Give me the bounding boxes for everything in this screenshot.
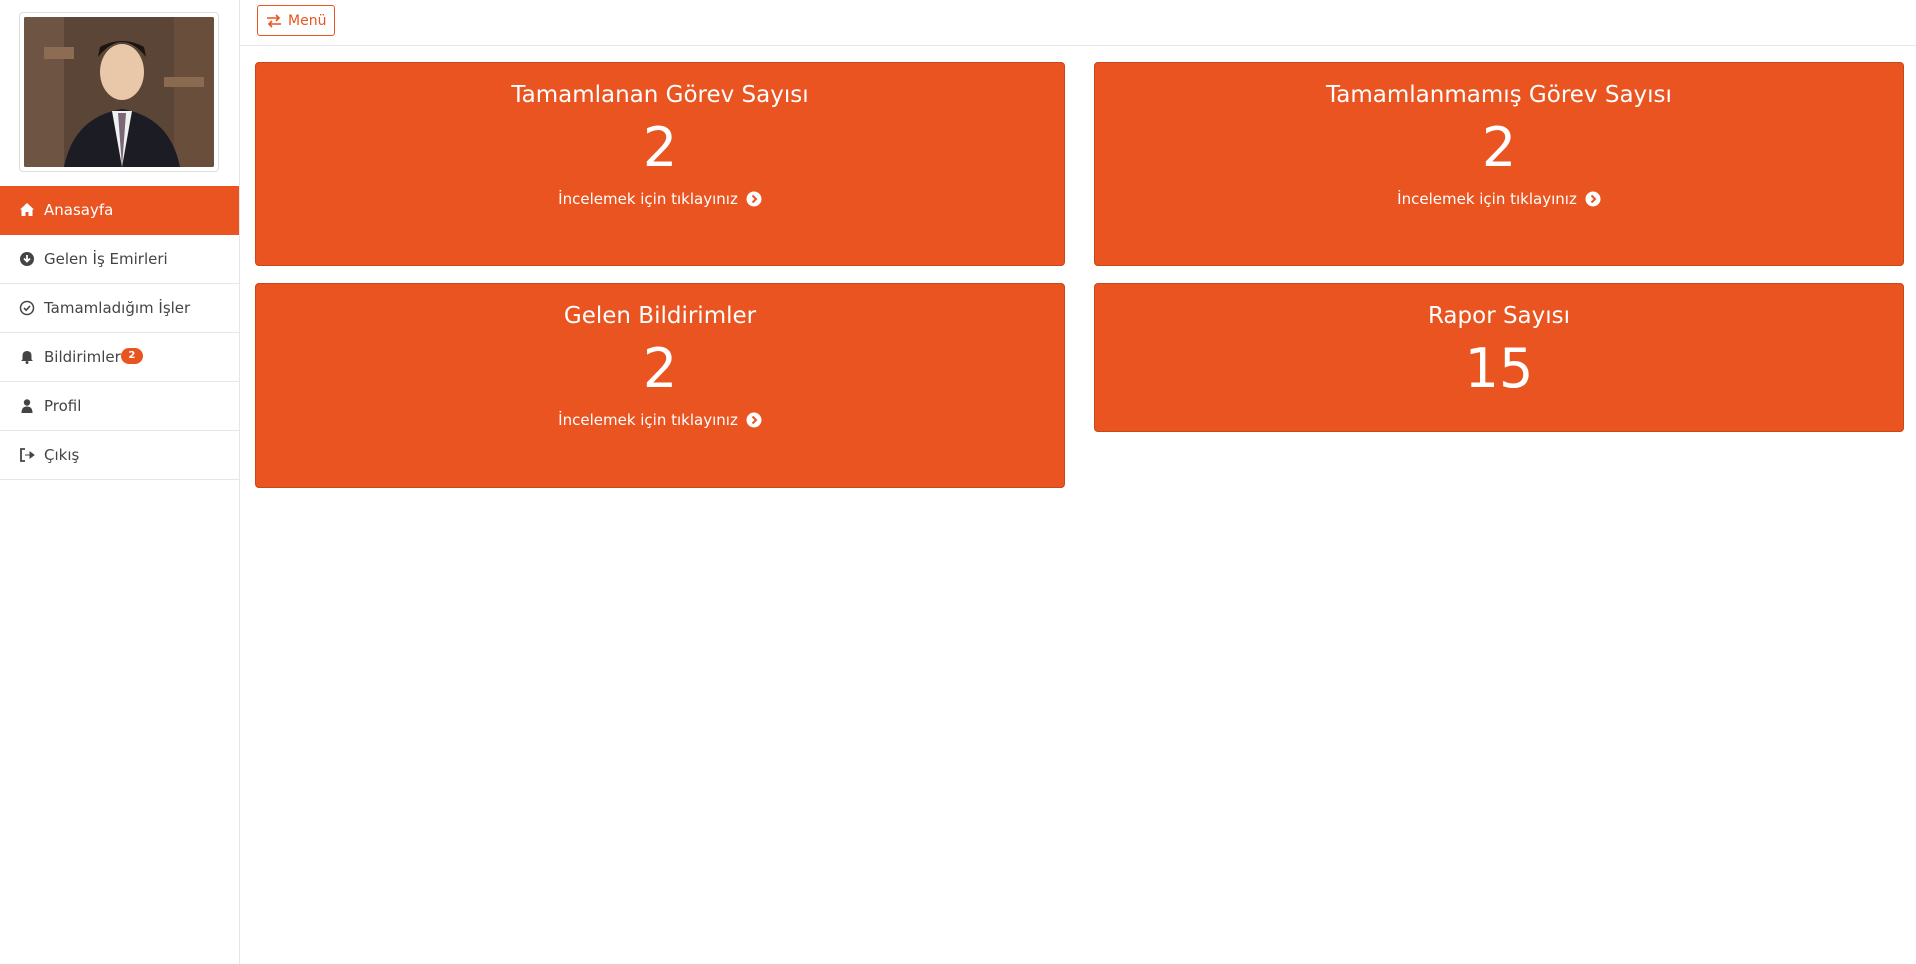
chevron-circle-right-icon bbox=[746, 191, 762, 207]
card-link-label: İncelemek için tıklayınız bbox=[558, 190, 738, 208]
bell-icon bbox=[18, 348, 36, 366]
sidebar-item-bildirimler[interactable]: Bildirimler 2 bbox=[0, 333, 239, 382]
report-count-card: Rapor Sayısı 15 bbox=[1094, 283, 1904, 432]
notification-count-badge: 2 bbox=[120, 348, 143, 364]
sidebar-item-label: Profil bbox=[44, 397, 82, 415]
card-title: Gelen Bildirimler bbox=[563, 303, 757, 329]
topbar: Menü bbox=[240, 0, 1916, 46]
menu-toggle-button[interactable]: Menü bbox=[257, 5, 336, 36]
sidebar-item-gelen-is-emirleri[interactable]: Gelen İş Emirleri bbox=[0, 235, 239, 284]
menu-toggle-label: Menü bbox=[288, 12, 327, 29]
card-link-label: İncelemek için tıklayınız bbox=[558, 411, 738, 429]
chevron-circle-right-icon bbox=[746, 412, 762, 428]
avatar-image bbox=[24, 17, 214, 167]
incomplete-tasks-card: Tamamlanmamış Görev Sayısı 2 İncelemek i… bbox=[1094, 62, 1904, 266]
card-value: 2 bbox=[642, 337, 678, 400]
chevron-circle-right-icon bbox=[1585, 191, 1601, 207]
sidebar: Anasayfa Gelen İş Emirleri Tamamladığım … bbox=[0, 0, 240, 964]
check-circle-icon bbox=[18, 299, 36, 317]
sidebar-item-cikis[interactable]: Çıkış bbox=[0, 431, 239, 480]
card-link-label: İncelemek için tıklayınız bbox=[1397, 190, 1577, 208]
card-details-link[interactable]: İncelemek için tıklayınız bbox=[1397, 190, 1601, 208]
sidebar-item-label: Bildirimler bbox=[44, 348, 121, 366]
home-icon bbox=[18, 201, 36, 219]
sidebar-item-label: Gelen İş Emirleri bbox=[44, 250, 168, 268]
sign-out-icon bbox=[18, 446, 36, 464]
exchange-icon bbox=[267, 13, 281, 28]
card-value: 2 bbox=[642, 116, 678, 179]
avatar-frame bbox=[19, 12, 219, 172]
card-title: Tamamlanmamış Görev Sayısı bbox=[1326, 82, 1672, 108]
sidebar-nav: Anasayfa Gelen İş Emirleri Tamamladığım … bbox=[0, 186, 239, 480]
sidebar-item-label: Çıkış bbox=[44, 446, 80, 464]
completed-tasks-card: Tamamlanan Görev Sayısı 2 İncelemek için… bbox=[255, 62, 1065, 266]
sidebar-item-label: Anasayfa bbox=[44, 201, 114, 219]
sidebar-item-tamamladigim-isler[interactable]: Tamamladığım İşler bbox=[0, 284, 239, 333]
sidebar-item-label: Tamamladığım İşler bbox=[44, 299, 191, 317]
card-title: Tamamlanan Görev Sayısı bbox=[511, 82, 809, 108]
card-value: 15 bbox=[1464, 337, 1534, 400]
card-value: 2 bbox=[1481, 116, 1517, 179]
user-icon bbox=[18, 397, 36, 415]
avatar bbox=[24, 17, 214, 167]
arrow-circle-down-icon bbox=[18, 250, 36, 268]
sidebar-item-anasayfa[interactable]: Anasayfa bbox=[0, 186, 239, 235]
card-details-link[interactable]: İncelemek için tıklayınız bbox=[558, 411, 762, 429]
card-title: Rapor Sayısı bbox=[1427, 303, 1571, 329]
sidebar-item-profil[interactable]: Profil bbox=[0, 382, 239, 431]
card-details-link[interactable]: İncelemek için tıklayınız bbox=[558, 190, 762, 208]
incoming-notifications-card: Gelen Bildirimler 2 İncelemek için tıkla… bbox=[255, 283, 1065, 488]
